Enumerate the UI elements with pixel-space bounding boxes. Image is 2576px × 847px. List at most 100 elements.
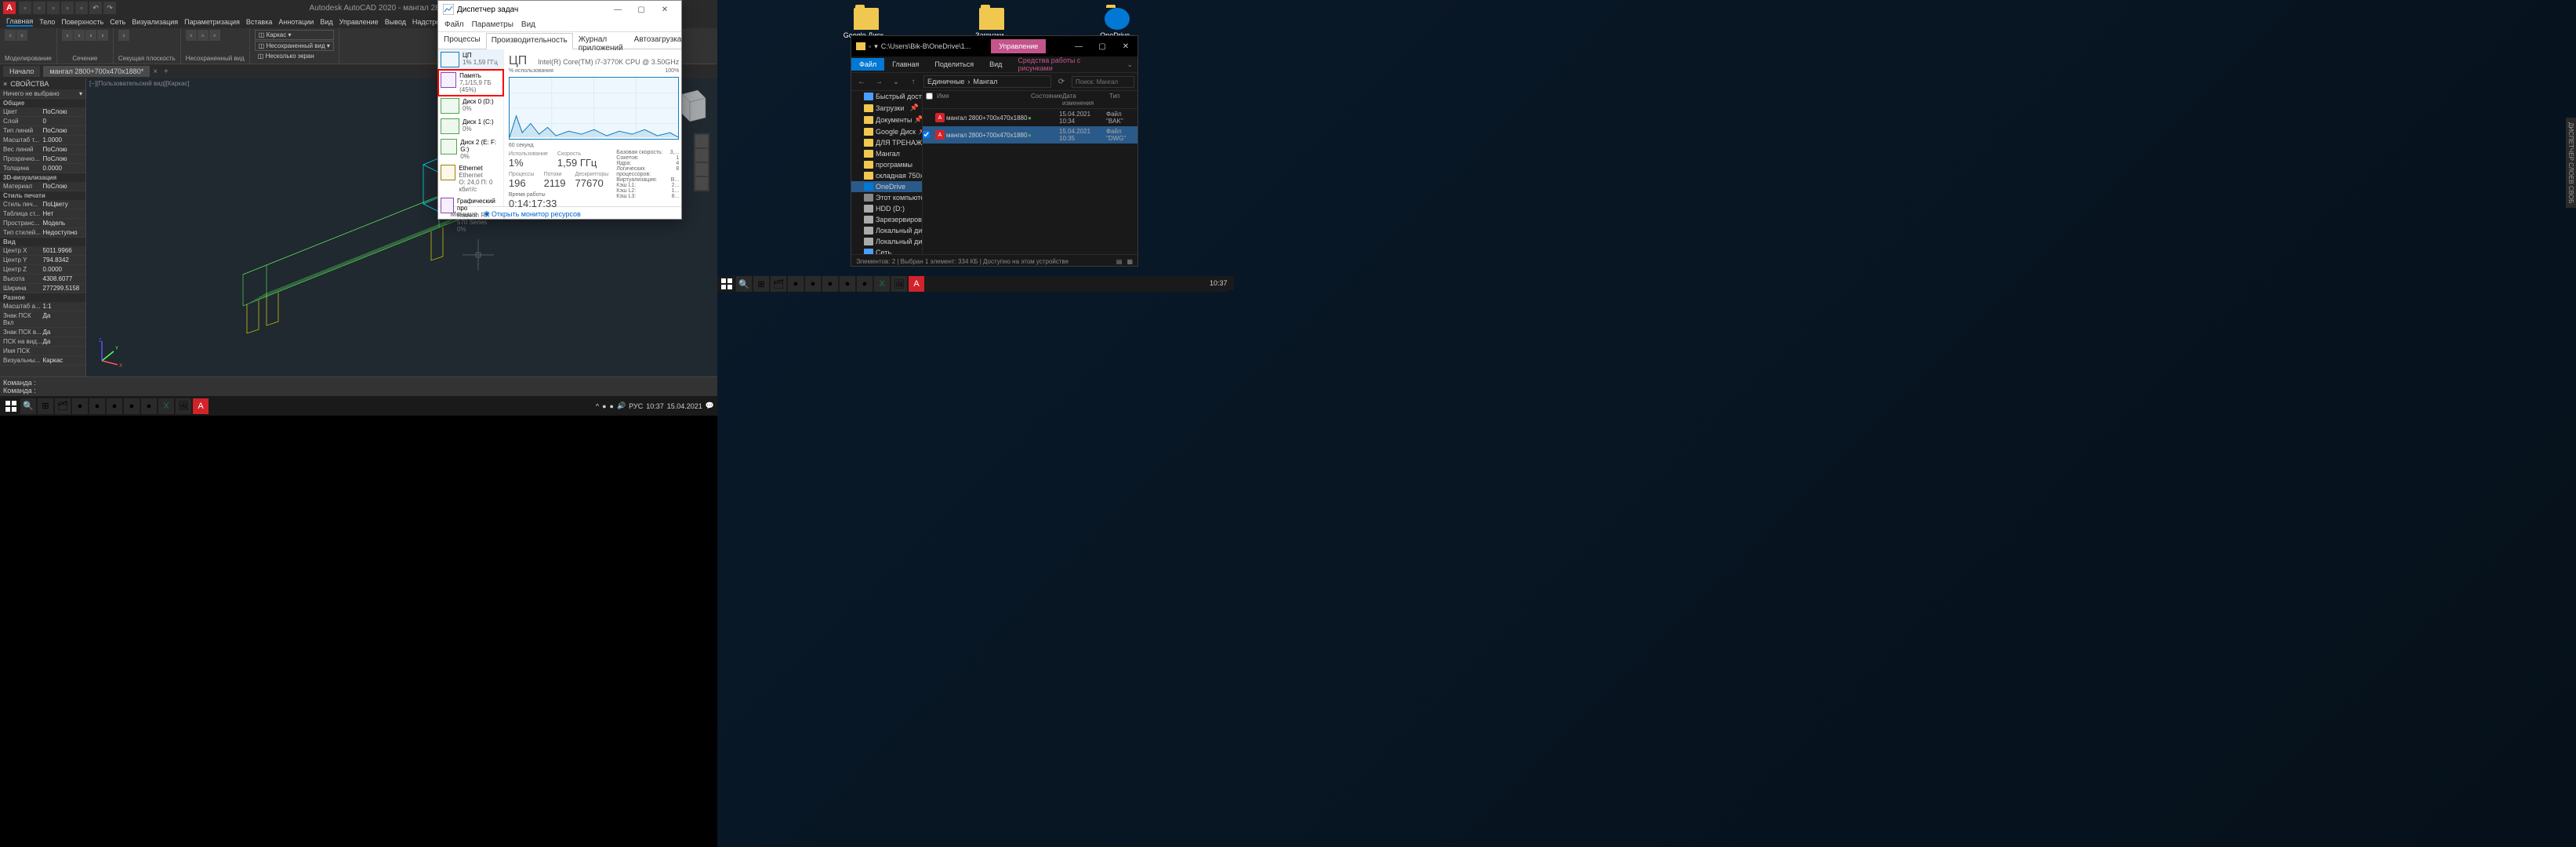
viewport-label[interactable]: [−][Пользовательский вид][Каркас] xyxy=(89,80,190,87)
extrude-edge-icon[interactable]: ▫ xyxy=(97,30,108,41)
tree-item[interactable]: OneDrive xyxy=(851,181,922,192)
tree-item[interactable]: Мангал xyxy=(851,148,922,159)
property-row[interactable]: МатериалПоСлою xyxy=(0,182,85,191)
tree-item[interactable]: Этот компьютер xyxy=(851,192,922,203)
opera-taskbar-icon[interactable]: ● xyxy=(805,276,821,292)
task-view-icon[interactable]: ⊞ xyxy=(38,398,53,414)
volume-icon[interactable]: 🔊 xyxy=(617,402,626,410)
property-row[interactable]: Тип стилей...Недоступно xyxy=(0,228,85,238)
start-button[interactable] xyxy=(719,276,735,292)
address-bar[interactable]: Единичные› Мангал xyxy=(923,75,1051,88)
perf-sidebar-item[interactable]: EthernetEthernetО: 24,0 П: 0 кбит/с xyxy=(438,162,503,195)
photo-taskbar-icon[interactable]: 🖼 xyxy=(176,398,191,414)
tree-item[interactable]: Загрузки📌 xyxy=(851,102,922,114)
chrome-taskbar-icon[interactable]: ● xyxy=(72,398,88,414)
opera-taskbar-icon[interactable]: ● xyxy=(89,398,105,414)
row-checkbox[interactable] xyxy=(923,131,930,138)
section-icon[interactable]: ▫ xyxy=(118,30,129,41)
file-row[interactable]: Aмангал 2800+700x470x1880.bak●15.04.2021… xyxy=(923,109,1137,126)
qat-print-icon[interactable]: ▫ xyxy=(75,2,88,14)
ribbon-share[interactable]: Поделиться xyxy=(927,58,981,71)
tree-item[interactable]: Локальный диск (G:) xyxy=(851,236,922,247)
tab-processes[interactable]: Процессы xyxy=(438,32,486,49)
property-row[interactable]: Толщина0.0000 xyxy=(0,164,85,173)
tree-item[interactable]: Быстрый доступ xyxy=(851,91,922,102)
refresh-button[interactable]: ⟳ xyxy=(1054,75,1068,89)
photo-taskbar-icon[interactable]: 🖼 xyxy=(891,276,907,292)
maximize-button[interactable]: ▢ xyxy=(1090,38,1114,55)
whatsapp-taskbar-icon[interactable]: ● xyxy=(857,276,873,292)
close-button[interactable]: ✕ xyxy=(653,2,677,17)
tree-item[interactable]: Google Диск📌 xyxy=(851,125,922,137)
ribbon-home[interactable]: Главная xyxy=(884,58,927,71)
view-dropdown[interactable]: ◫ Несохраненный вид ▾ xyxy=(255,41,334,51)
menu-options[interactable]: Параметры xyxy=(472,20,513,29)
tray-icon[interactable]: ● xyxy=(602,402,606,410)
ribbon-tab[interactable]: Параметризация xyxy=(184,18,240,26)
property-row[interactable]: Масштаб т...1.0000 xyxy=(0,136,85,145)
monitor-btn[interactable]: ◫ Несколько экран xyxy=(255,52,334,60)
search-input[interactable] xyxy=(1072,76,1134,88)
language-indicator[interactable]: РУС xyxy=(629,402,643,410)
close-button[interactable]: ✕ xyxy=(1114,38,1137,55)
pan-icon[interactable] xyxy=(695,149,708,162)
file-row[interactable]: Aмангал 2800+700x470x1880.dwg●15.04.2021… xyxy=(923,126,1137,144)
visual-style-dropdown[interactable]: ◫ Каркас ▾ xyxy=(255,30,334,40)
firefox-taskbar-icon[interactable]: ● xyxy=(107,398,122,414)
notifications-icon[interactable]: 💬 xyxy=(706,402,714,410)
zoom-icon[interactable] xyxy=(695,163,708,176)
perf-sidebar-item[interactable]: Диск 0 (D:)0% xyxy=(438,96,503,116)
search-icon[interactable]: 🔍 xyxy=(20,398,36,414)
tree-item[interactable]: программы xyxy=(851,159,922,170)
property-row[interactable]: Высота4308.6077 xyxy=(0,274,85,284)
tab-app-history[interactable]: Журнал приложений xyxy=(573,32,629,49)
maximize-button[interactable]: ▢ xyxy=(629,2,653,17)
whatsapp-taskbar-icon[interactable]: ● xyxy=(141,398,157,414)
minimize-button[interactable]: — xyxy=(1067,38,1090,55)
tab-performance[interactable]: Производительность xyxy=(486,33,573,49)
property-row[interactable]: Таблица ст...Нет xyxy=(0,209,85,219)
view-large-icon[interactable]: ▦ xyxy=(1127,258,1133,265)
props-section[interactable]: Общие xyxy=(0,99,85,107)
tree-item[interactable]: Локальный диск (F:) xyxy=(851,225,922,236)
property-row[interactable]: ПСК на вид...Да xyxy=(0,337,85,347)
ribbon-tab[interactable]: Управление xyxy=(339,18,379,26)
telegram-taskbar-icon[interactable]: ● xyxy=(124,398,140,414)
minimize-button[interactable]: — xyxy=(606,2,629,17)
coords-icon[interactable]: ▫ xyxy=(198,30,209,41)
perf-sidebar-item[interactable]: ЦП1% 1,59 ГГц xyxy=(438,49,503,70)
ribbon-tab[interactable]: Визуализация xyxy=(132,18,178,26)
props-section[interactable]: Разное xyxy=(0,293,85,302)
ribbon-picture-tools[interactable]: Средства работы с рисунками xyxy=(1010,54,1122,75)
presspull-icon[interactable]: ▫ xyxy=(74,30,85,41)
task-view-icon[interactable]: ⊞ xyxy=(753,276,769,292)
autocad-taskbar-icon[interactable]: A xyxy=(193,398,209,414)
ribbon-tab[interactable]: Поверхность xyxy=(61,18,103,26)
perf-sidebar-item[interactable]: Память7,1/15,9 ГБ (45%) xyxy=(438,70,503,96)
tray-chevron-icon[interactable]: ^ xyxy=(596,402,599,410)
qat-undo-icon[interactable]: ↶ xyxy=(89,2,102,14)
chrome-taskbar-icon[interactable]: ● xyxy=(788,276,804,292)
steering-wheel-icon[interactable] xyxy=(695,135,708,147)
view-details-icon[interactable]: ▤ xyxy=(1116,258,1123,265)
box-icon[interactable]: ▫ xyxy=(5,30,16,41)
property-row[interactable]: Тип линийПоСлою xyxy=(0,126,85,136)
props-section[interactable]: Вид xyxy=(0,238,85,246)
ribbon-tab[interactable]: Главная xyxy=(6,17,33,27)
autocad-taskbar-icon[interactable]: A xyxy=(909,276,924,292)
menu-file[interactable]: Файл xyxy=(444,20,464,29)
ribbon-tab[interactable]: Аннотации xyxy=(278,18,314,26)
tree-item[interactable]: Документы📌 xyxy=(851,114,922,125)
property-row[interactable]: Вес линийПоСлою xyxy=(0,145,85,154)
ribbon-tab[interactable]: Вид xyxy=(320,18,332,26)
ribbon-view[interactable]: Вид xyxy=(981,58,1010,71)
file-tab[interactable]: мангал 2800+700x470x1880* xyxy=(43,66,150,77)
property-row[interactable]: Центр Z0.0000 xyxy=(0,265,85,274)
column-state[interactable]: Состояние xyxy=(1028,93,1059,107)
property-row[interactable]: Ширина277299.5158 xyxy=(0,284,85,293)
coords-icon[interactable]: ▫ xyxy=(209,30,220,41)
chevron-down-icon[interactable]: ⌄ xyxy=(889,75,903,89)
perf-sidebar-item[interactable]: Диск 1 (C:)0% xyxy=(438,116,503,136)
excel-taskbar-icon[interactable]: X xyxy=(874,276,890,292)
tree-item[interactable]: HDD (D:) xyxy=(851,203,922,214)
